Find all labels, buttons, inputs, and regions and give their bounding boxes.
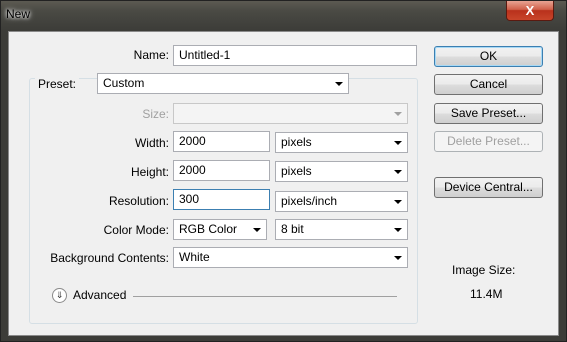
preset-label: Preset: [35,77,80,91]
chevron-double-down-icon[interactable]: ⇓ [52,288,67,303]
preset-value: Custom [103,76,145,90]
image-size-value: 11.4M [470,287,503,301]
height-label: Height: [130,165,169,179]
close-icon: X [525,3,535,18]
preset-select[interactable]: Custom [97,73,349,94]
width-unit-value: pixels [281,135,312,149]
advanced-label[interactable]: Advanced [73,288,126,302]
new-document-dialog: New X Name: Untitled-1 Preset: Custom Si… [0,0,567,342]
color-mode-select[interactable]: RGB Color [173,219,267,240]
chevron-down-icon [394,228,402,232]
name-input[interactable]: Untitled-1 [173,45,417,66]
bit-depth-value: 8 bit [281,222,304,236]
save-preset-button[interactable]: Save Preset... [434,103,543,124]
ok-button[interactable]: OK [434,46,543,67]
bit-depth-select[interactable]: 8 bit [275,219,408,240]
size-select [173,103,408,124]
color-mode-label: Color Mode: [103,223,169,237]
resolution-unit-value: pixels/inch [281,194,338,208]
height-input[interactable]: 2000 [173,160,270,181]
resolution-input[interactable]: 300 [173,189,270,210]
height-unit-select[interactable]: pixels [275,161,408,182]
size-label: Size: [142,107,169,121]
color-mode-value: RGB Color [179,222,238,236]
chevron-down-icon [394,141,402,145]
background-contents-label: Background Contents: [50,251,169,265]
width-unit-select[interactable]: pixels [275,132,408,153]
chevron-down-icon [394,200,402,204]
device-central-button[interactable]: Device Central... [434,177,543,198]
resolution-label: Resolution: [108,194,169,208]
resolution-unit-select[interactable]: pixels/inch [275,191,408,212]
window-title: New [6,7,31,21]
delete-preset-button: Delete Preset... [434,131,543,152]
chevron-down-icon [394,256,402,260]
background-contents-select[interactable]: White [173,247,408,268]
chevron-down-icon [394,112,402,116]
background-contents-value: White [179,250,210,264]
name-label: Name: [133,48,169,62]
dialog-body: Name: Untitled-1 Preset: Custom Size: Wi… [8,31,559,336]
close-button[interactable]: X [506,1,554,21]
chevron-down-icon [335,82,343,86]
cancel-button[interactable]: Cancel [434,74,543,95]
width-input[interactable]: 2000 [173,131,270,152]
image-size-label: Image Size: [452,263,516,277]
title-bar[interactable]: New X [1,1,566,29]
width-label: Width: [134,136,169,150]
chevron-down-icon [253,228,261,232]
height-unit-value: pixels [281,164,312,178]
chevron-down-icon [394,170,402,174]
advanced-divider [133,296,397,297]
